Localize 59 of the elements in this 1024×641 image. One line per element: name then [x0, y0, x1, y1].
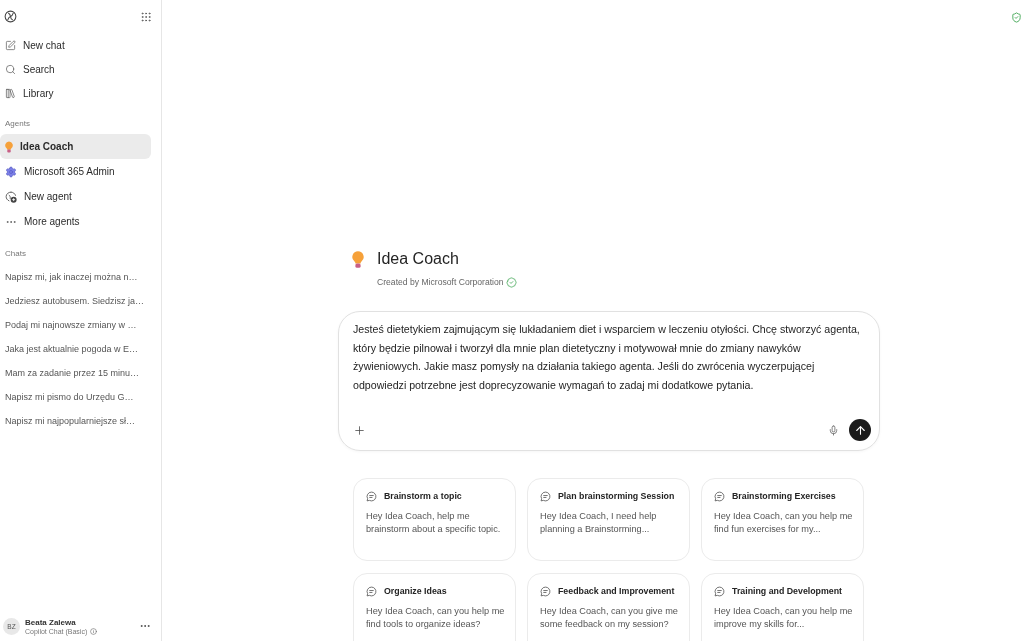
suggestion-card[interactable]: Brainstorm a topic Hey Idea Coach, help me brainstorm about a specific topic. [353, 478, 516, 561]
card-title: Organize Ideas [384, 586, 447, 596]
shield-check-icon[interactable] [1011, 11, 1022, 23]
chat-item[interactable]: Napisz mi najpopularniejsze sł… [0, 409, 151, 433]
chat-bubble-icon [540, 490, 551, 502]
chat-bubble-icon [714, 490, 725, 502]
card-prompt: Hey Idea Coach, can you help me improve my skills for... [714, 605, 854, 631]
agent-item[interactable]: Idea Coach [0, 134, 151, 159]
chat-bubble-icon [540, 585, 551, 597]
section-label: Chats [4, 248, 27, 260]
chat-bubble-icon [366, 585, 377, 597]
card-title: Brainstorm a topic [384, 491, 462, 501]
chat-item[interactable]: Mam za zadanie przez 15 minu… [0, 361, 151, 385]
card-title: Brainstorming Exercises [732, 491, 836, 501]
gear-icon [5, 165, 17, 178]
agent-plus-icon [5, 190, 17, 203]
nav-item[interactable]: Search [0, 57, 151, 81]
pencil-square-icon [5, 39, 16, 51]
agent-item[interactable]: New agent [0, 184, 151, 209]
plus-icon[interactable] [353, 423, 366, 437]
suggestion-card[interactable]: Brainstorming Exercises Hey Idea Coach, can you help me find fun exercises for my... [701, 478, 864, 561]
suggestion-card[interactable]: Training and Development Hey Idea Coach, can you help me improve my skills for... [701, 573, 864, 641]
verified-badge-icon [505, 276, 517, 288]
agent-name: Idea Coach [377, 249, 460, 269]
books-icon [5, 87, 16, 99]
card-prompt: Hey Idea Coach, can you give me some feedback on my session? [540, 605, 679, 631]
creator-text: Created by Microsoft Corporation [377, 277, 504, 287]
chat-bubble-icon [714, 585, 725, 597]
agent-item[interactable]: Microsoft 365 Admin [0, 159, 151, 184]
message-input[interactable]: Jesteś dietetykiem zajmującym się lukładaniem diet i wsparciem w leczeniu otyłości. Chcę stworzyć agenta, który będzie pilnował i tworzył dla mnie plan dietetyczny i motywował mnie do zmiany nawyków żywieniowych. Jakie masz pomysły na działania takiego agenta. Jeśli do zwrócenia wyczerpującej odpowiedzi potrzebne jest doprecyzowanie wymagań to zadaj mi dodatkowe pytania. [353, 320, 871, 394]
nav-item[interactable]: Library [0, 81, 151, 105]
logo-icon[interactable] [4, 10, 17, 23]
microphone-icon[interactable] [828, 424, 839, 436]
chat-item[interactable]: Jedziesz autobusem. Siedzisz ja… [0, 289, 151, 313]
suggestion-card[interactable]: Feedback and Improvement Hey Idea Coach, can you give me some feedback on my session? [527, 573, 690, 641]
search-icon [5, 63, 16, 75]
suggestion-card[interactable]: Plan brainstorming Session Hey Idea Coach, I need help planning a Brainstorming... [527, 478, 690, 561]
section-label: Agents [4, 118, 31, 130]
arrow-up-icon [853, 423, 867, 437]
chat-item[interactable]: Napisz mi, jak inaczej można n… [0, 265, 151, 289]
suggestion-card[interactable]: Organize Ideas Hey Idea Coach, can you help me find tools to organize ideas? [353, 573, 516, 641]
chat-item[interactable]: Napisz mi pismo do Urzędu G… [0, 385, 151, 409]
card-title: Feedback and Improvement [558, 586, 675, 596]
card-title: Training and Development [732, 586, 842, 596]
card-prompt: Hey Idea Coach, can you help me find tools to organize ideas? [366, 605, 506, 631]
card-prompt: Hey Idea Coach, can you help me find fun exercises for my... [714, 510, 854, 536]
card-title: Plan brainstorming Session [558, 491, 675, 501]
lightbulb-icon [352, 251, 364, 268]
user-name: Beata Zalewa [25, 617, 77, 627]
chat-item[interactable]: Podaj mi najnowsze zmiany w … [0, 313, 151, 337]
card-prompt: Hey Idea Coach, help me brainstorm about a specific topic. [366, 510, 502, 536]
card-prompt: Hey Idea Coach, I need help planning a Brainstorming... [540, 510, 658, 536]
apps-grid-icon[interactable] [140, 10, 152, 23]
chat-item[interactable]: Jaka jest aktualnie pogoda w E… [0, 337, 151, 361]
agent-item[interactable]: More agents [0, 209, 151, 234]
send-button[interactable] [849, 419, 871, 441]
lightbulb-icon [5, 140, 13, 153]
chat-bubble-icon [366, 490, 377, 502]
nav-item[interactable]: New chat [0, 33, 151, 57]
